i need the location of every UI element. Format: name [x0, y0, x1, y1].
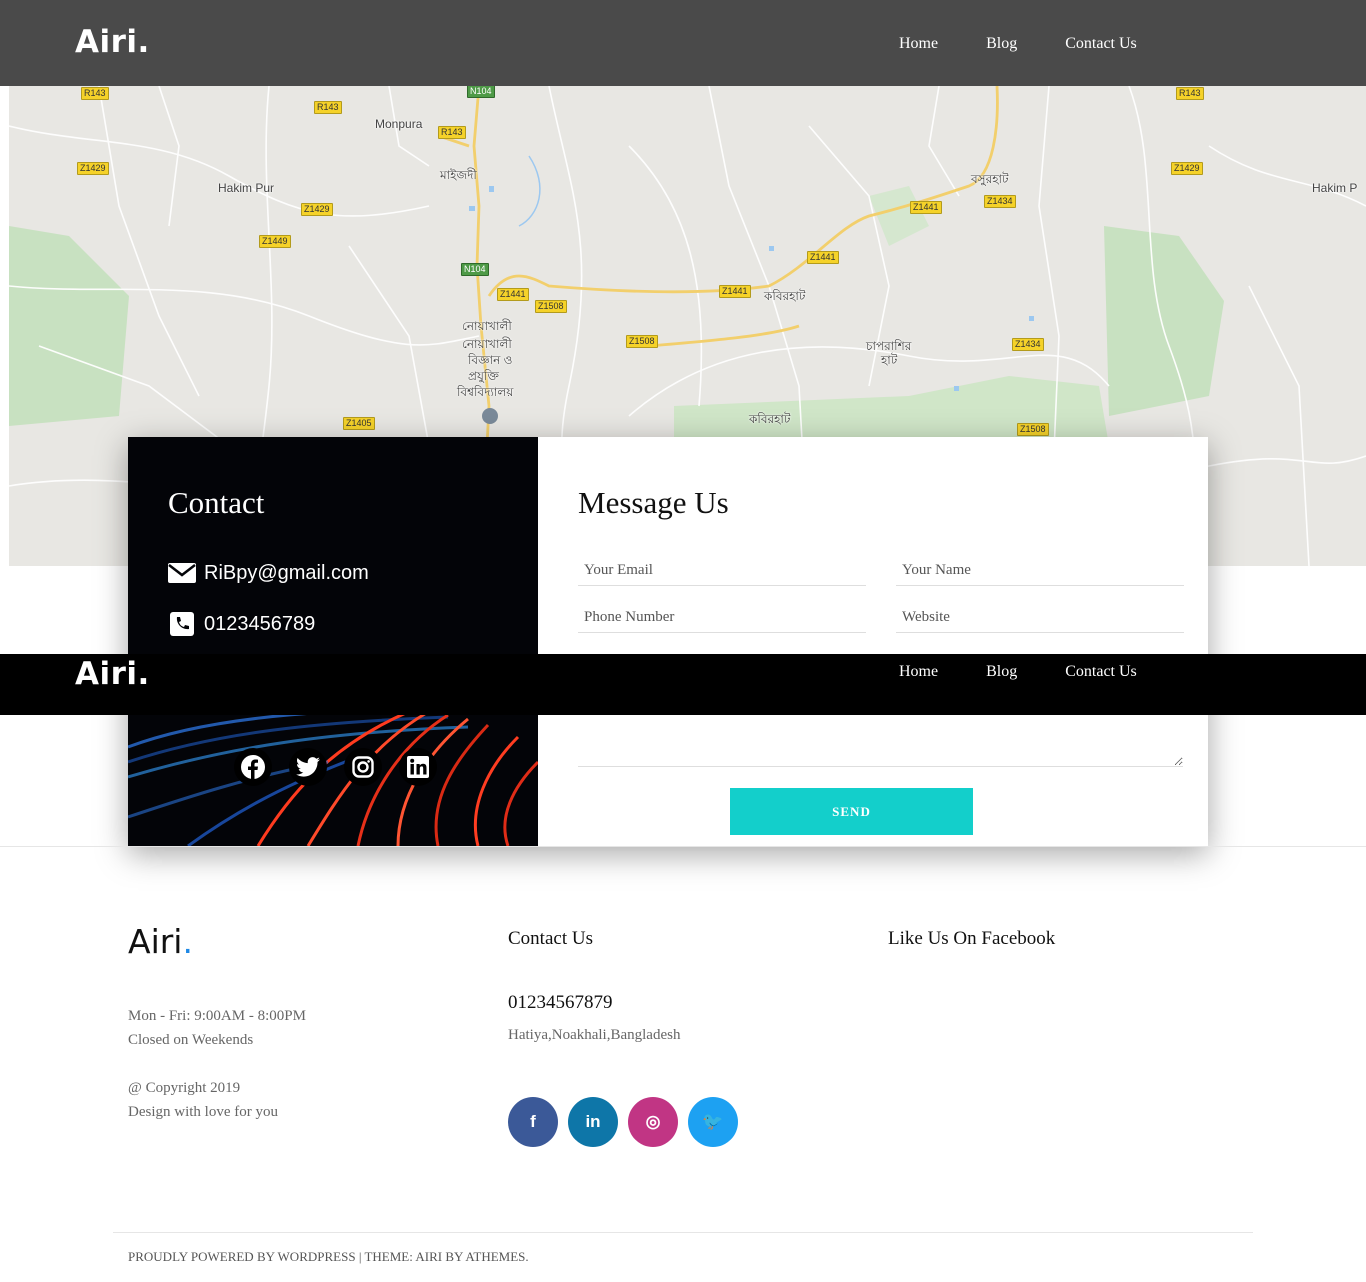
contact-card: Contact RiBpy@gmail.com 0123456789 Messa…	[128, 437, 1208, 846]
credits-separator: |	[358, 1249, 362, 1264]
main-nav: Home Blog Contact Us	[899, 35, 1137, 53]
page: Airi. Home Blog Contact Us R143 R143 R14…	[0, 0, 1366, 1282]
nav-home[interactable]: Home	[899, 35, 938, 53]
section-divider	[0, 846, 1366, 847]
nav-blog[interactable]: Blog	[986, 35, 1017, 53]
contact-title: Contact	[168, 485, 265, 520]
footer-contact-heading: Contact Us	[508, 928, 593, 949]
footer-address: Hatiya,Noakhali,Bangladesh	[508, 1027, 681, 1043]
footer-social-links: f in ◎ 🐦	[508, 1097, 748, 1147]
map-route-badge: Z1434	[1012, 338, 1044, 351]
map-place-label: মাইজদী	[440, 168, 477, 182]
linkedin-icon[interactable]	[399, 748, 437, 786]
map-place-label: কবিরহাট	[749, 412, 791, 426]
map-route-badge: Z1508	[535, 300, 567, 313]
phone-icon	[168, 612, 196, 636]
facebook-icon[interactable]	[234, 748, 272, 786]
map-route-badge: R143	[1176, 87, 1204, 100]
footer-hours-block: Mon - Fri: 9:00AM - 8:00PM Closed on Wee…	[128, 1004, 306, 1052]
website-field[interactable]	[896, 603, 1184, 633]
email-field[interactable]	[578, 556, 866, 586]
contact-phone-row: 0123456789	[168, 612, 315, 636]
map-place-label: Hakim P	[1312, 181, 1358, 195]
map-place-label: নোয়াখালী	[462, 319, 512, 333]
contact-email-row: RiBpy@gmail.com	[168, 561, 369, 585]
footer-hours: Mon - Fri: 9:00AM - 8:00PM	[128, 1008, 306, 1024]
map-route-badge: Z1429	[77, 162, 109, 175]
contact-social-links	[234, 748, 454, 786]
university-pin-icon[interactable]	[482, 408, 498, 424]
phone-field[interactable]	[578, 603, 866, 633]
footer-facebook-heading: Like Us On Facebook	[888, 928, 1056, 949]
sticky-nav-blog[interactable]: Blog	[986, 663, 1017, 681]
map-route-badge: R143	[438, 126, 466, 139]
footer-divider	[113, 1232, 1253, 1233]
footer-credits: PROUDLY POWERED BY WORDPRESS | THEME: AI…	[128, 1249, 529, 1265]
instagram-icon[interactable]	[344, 748, 382, 786]
theme-link[interactable]: THEME: AIRI BY ATHEMES.	[364, 1249, 528, 1264]
map-route-badge: R143	[81, 87, 109, 100]
footer-facebook-icon[interactable]: f	[508, 1097, 558, 1147]
powered-by-link[interactable]: PROUDLY POWERED BY WORDPRESS	[128, 1249, 356, 1264]
map-route-badge: Z1405	[343, 417, 375, 430]
map-route-badge: Z1449	[259, 235, 291, 248]
footer-logo[interactable]: Airi.	[128, 922, 193, 961]
footer-instagram-icon[interactable]: ◎	[628, 1097, 678, 1147]
map-place-label: হাট	[881, 353, 898, 367]
envelope-icon	[168, 561, 196, 585]
footer-phone[interactable]: 01234567879	[508, 992, 613, 1014]
footer-twitter-icon[interactable]: 🐦	[688, 1097, 738, 1147]
sticky-nav-home[interactable]: Home	[899, 663, 938, 681]
twitter-icon[interactable]	[289, 748, 327, 786]
map-place-label: কবিরহাট	[764, 289, 806, 303]
map-route-badge: Z1441	[719, 285, 751, 298]
message-form-title: Message Us	[578, 485, 729, 520]
footer-logo-dot: .	[182, 922, 193, 961]
map-route-badge: N104	[461, 263, 489, 276]
map-place-label: বিশ্ববিদ্যালয়	[457, 385, 514, 399]
map-route-badge: Z1441	[910, 201, 942, 214]
map-route-badge: Z1508	[626, 335, 658, 348]
nav-contact-us[interactable]: Contact Us	[1065, 35, 1137, 53]
map-route-badge: R143	[314, 101, 342, 114]
map-route-badge: Z1429	[301, 203, 333, 216]
footer-copyright-block: @ Copyright 2019 Design with love for yo…	[128, 1076, 278, 1124]
map-route-badge: N104	[467, 86, 495, 98]
contact-email[interactable]: RiBpy@gmail.com	[204, 562, 369, 585]
map-route-badge: Z1508	[1017, 423, 1049, 436]
map-route-badge: Z1441	[807, 251, 839, 264]
footer-copyright: @ Copyright 2019	[128, 1080, 241, 1096]
contact-info-panel: Contact RiBpy@gmail.com 0123456789	[128, 437, 538, 846]
map-place-label: Monpura	[375, 117, 423, 131]
site-header: Airi. Home Blog Contact Us	[0, 0, 1366, 86]
site-logo[interactable]: Airi.	[75, 24, 150, 60]
sticky-site-logo[interactable]: Airi.	[75, 656, 150, 692]
sticky-header: Airi. Home Blog Contact Us	[0, 654, 1366, 715]
footer-design: Design with love for you	[128, 1104, 278, 1120]
sticky-nav: Home Blog Contact Us	[899, 663, 1137, 681]
map-route-badge: Z1434	[984, 195, 1016, 208]
map-route-badge: Z1429	[1171, 162, 1203, 175]
message-form-panel: Message Us SEND	[538, 437, 1208, 846]
name-field[interactable]	[896, 556, 1184, 586]
sticky-nav-contact-us[interactable]: Contact Us	[1065, 663, 1137, 681]
map-place-label: বসুরহাট	[971, 172, 1009, 186]
footer-linkedin-icon[interactable]: in	[568, 1097, 618, 1147]
contact-phone[interactable]: 0123456789	[204, 613, 315, 636]
footer-logo-text: Airi	[128, 922, 183, 961]
footer-closed: Closed on Weekends	[128, 1032, 254, 1048]
send-button[interactable]: SEND	[730, 788, 973, 835]
map-route-badge: Z1441	[497, 288, 529, 301]
map-place-label: Hakim Pur	[218, 181, 275, 195]
